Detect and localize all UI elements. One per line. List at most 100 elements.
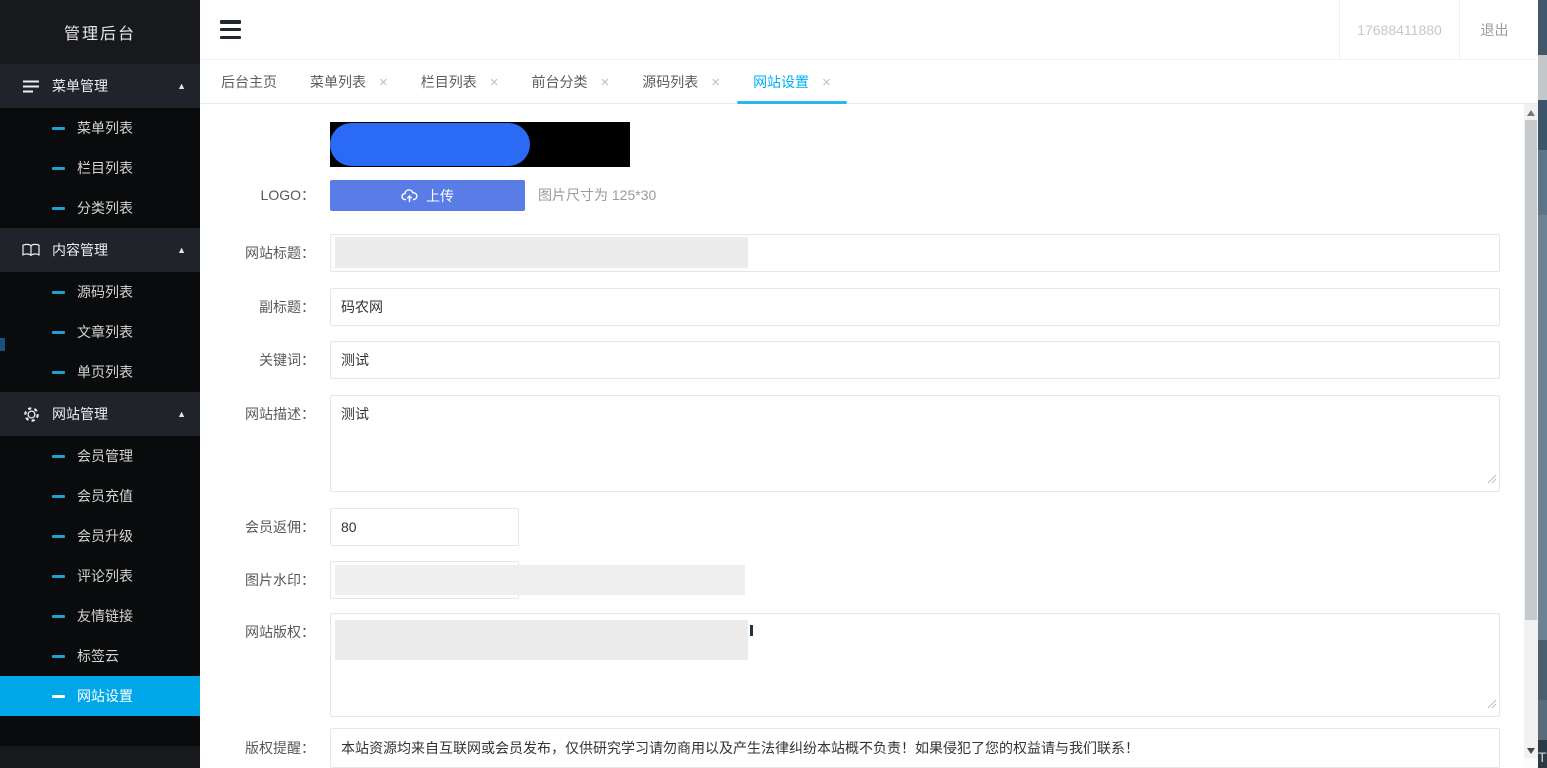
close-icon[interactable]: ×: [379, 75, 388, 90]
dash-icon: [52, 495, 65, 498]
menu-lines-icon: [22, 80, 40, 93]
redaction-block: [335, 565, 745, 595]
sidebar-item-source-list[interactable]: 源码列表: [0, 272, 200, 312]
sidebar-item-tag-cloud[interactable]: 标签云: [0, 636, 200, 676]
subtitle-field-wrap: [330, 288, 1500, 326]
commission-input[interactable]: [330, 508, 519, 546]
sidebar-item-column-list[interactable]: 栏目列表: [0, 148, 200, 188]
sidebar-item-menu-list[interactable]: 菜单列表: [0, 108, 200, 148]
dash-icon: [52, 291, 65, 294]
sidebar-item-label: 分类列表: [77, 198, 133, 218]
keywords-field-wrap: [330, 341, 1500, 379]
description-field-wrap: 测试: [330, 395, 1500, 492]
brand-title: 管理后台: [0, 0, 200, 64]
site-title-field-wrap: [330, 234, 1500, 272]
tab-column-list[interactable]: 栏目列表 ×: [421, 61, 499, 103]
sidebar-item-label: 网站设置: [77, 686, 133, 706]
sidebar-item-label: 菜单列表: [77, 118, 133, 138]
topbar: 17688411880 退出: [200, 0, 1547, 60]
sidebar-item-comment-list[interactable]: 评论列表: [0, 556, 200, 596]
redaction-block: [335, 620, 748, 660]
redaction-artifact: [750, 625, 753, 636]
sidebar-group-label: 网站管理: [52, 404, 108, 424]
content-scrollbar[interactable]: [1524, 104, 1538, 768]
strip-segment: [1538, 640, 1547, 700]
site-title-label: 网站标题：: [215, 234, 315, 272]
watermark-field-wrap: [330, 561, 519, 599]
sidebar-item-member-management[interactable]: 会员管理: [0, 436, 200, 476]
sidebar-item-friend-links[interactable]: 友情链接: [0, 596, 200, 636]
strip-segment: [1538, 215, 1547, 640]
username-display[interactable]: 17688411880: [1339, 0, 1459, 60]
sidebar-group-site-management[interactable]: 网站管理 ▲: [0, 392, 200, 436]
close-icon[interactable]: ×: [822, 75, 831, 90]
close-icon[interactable]: ×: [711, 75, 720, 90]
copyright-notice-input[interactable]: [330, 728, 1500, 768]
close-icon[interactable]: ×: [490, 75, 499, 90]
copyright-field-wrap: [330, 613, 1500, 717]
commission-label: 会员返佣：: [215, 508, 315, 546]
dash-icon: [52, 455, 65, 458]
dash-icon: [52, 207, 65, 210]
dash-icon: [52, 371, 65, 374]
tab-label: 后台主页: [221, 72, 277, 92]
sidebar-item-page-list[interactable]: 单页列表: [0, 352, 200, 392]
sidebar-group-label: 内容管理: [52, 240, 108, 260]
book-icon: [22, 243, 40, 257]
upload-button[interactable]: 上传: [330, 180, 525, 211]
sidebar-item-site-settings[interactable]: 网站设置: [0, 676, 200, 716]
sidebar-item-label: 会员管理: [77, 446, 133, 466]
resize-handle-icon[interactable]: [1487, 696, 1497, 714]
scrollbar-thumb[interactable]: [1525, 120, 1537, 620]
strip-segment: [1538, 150, 1547, 215]
sidebar-item-category-list[interactable]: 分类列表: [0, 188, 200, 228]
resize-handle-icon[interactable]: [1487, 471, 1497, 489]
gear-icon: [22, 406, 40, 423]
sidebar-item-label: 评论列表: [77, 566, 133, 586]
tab-source-list[interactable]: 源码列表 ×: [642, 61, 720, 103]
description-textarea[interactable]: 测试: [330, 395, 1500, 492]
keywords-input[interactable]: [330, 341, 1500, 379]
dash-icon: [52, 167, 65, 170]
strip-segment: [1538, 0, 1547, 55]
hamburger-icon[interactable]: [220, 20, 241, 39]
upload-button-label: 上传: [426, 186, 454, 206]
strip-segment: [1538, 100, 1547, 150]
tab-bar: 后台主页 菜单列表 × 栏目列表 × 前台分类 × 源码列表 × 网站设置 ×: [200, 61, 1547, 104]
sidebar-item-member-recharge[interactable]: 会员充值: [0, 476, 200, 516]
sidebar-item-label: 栏目列表: [77, 158, 133, 178]
topbar-right: 17688411880 退出: [1339, 0, 1529, 60]
sidebar-item-label: 源码列表: [77, 282, 133, 302]
sidebar-item-article-list[interactable]: 文章列表: [0, 312, 200, 352]
commission-field-wrap: [330, 508, 519, 546]
sidebar: 管理后台 菜单管理 ▲ 菜单列表 栏目列表 分类列表 内容管理 ▲: [0, 0, 200, 768]
tab-site-settings[interactable]: 网站设置 ×: [753, 61, 831, 103]
watermark-label: 图片水印：: [215, 561, 315, 599]
close-icon[interactable]: ×: [601, 75, 610, 90]
dash-icon: [52, 575, 65, 578]
subtitle-label: 副标题：: [215, 288, 315, 326]
sidebar-footer: [0, 746, 200, 768]
subtitle-input[interactable]: [330, 288, 1500, 326]
copyright-notice-field-wrap: [330, 728, 1500, 768]
sidebar-item-label: 会员升级: [77, 526, 133, 546]
sidebar-group-menu-management[interactable]: 菜单管理 ▲: [0, 64, 200, 108]
site-settings-form: LOGO： 上传 图片尺寸为 125*30 网站标题： 副标题： 关键词： 网站…: [200, 104, 1524, 768]
sidebar-item-member-upgrade[interactable]: 会员升级: [0, 516, 200, 556]
strip-segment: [1538, 55, 1547, 100]
sidebar-group-content-management[interactable]: 内容管理 ▲: [0, 228, 200, 272]
copyright-label: 网站版权：: [215, 613, 315, 651]
tab-menu-list[interactable]: 菜单列表 ×: [310, 61, 388, 103]
tab-label: 网站设置: [753, 72, 809, 92]
scrollbar-up-arrow-icon[interactable]: [1527, 110, 1535, 116]
logout-button[interactable]: 退出: [1459, 0, 1529, 60]
redaction-block: [335, 237, 748, 268]
upload-cloud-icon: [401, 188, 418, 203]
keywords-label: 关键词：: [215, 341, 315, 379]
tab-label: 源码列表: [642, 72, 698, 92]
background-letter: T: [1538, 750, 1547, 764]
tab-home[interactable]: 后台主页: [221, 61, 277, 103]
sidebar-item-label: 会员充值: [77, 486, 133, 506]
scrollbar-down-arrow-icon[interactable]: [1527, 748, 1535, 754]
tab-front-category[interactable]: 前台分类 ×: [532, 61, 610, 103]
